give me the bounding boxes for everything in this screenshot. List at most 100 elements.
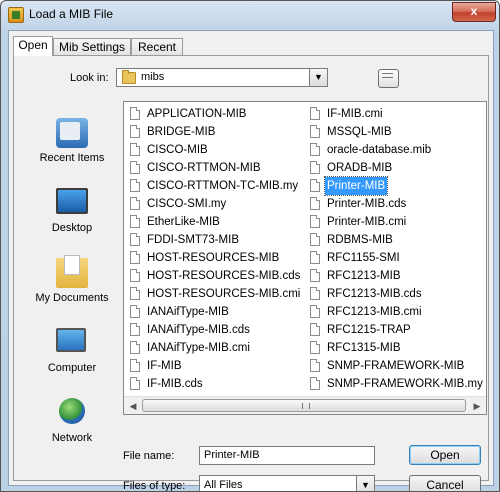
file-item-label: RFC1213-MIB bbox=[327, 270, 401, 282]
file-name-label-text: File name: bbox=[123, 450, 175, 462]
file-item-label: RFC1315-MIB bbox=[327, 342, 401, 354]
file-item-label: RFC1213-MIB.cds bbox=[327, 288, 422, 300]
place-desktop[interactable]: Desktop bbox=[22, 184, 122, 244]
file-icon bbox=[310, 359, 320, 372]
file-item-label: IF-MIB.cmi bbox=[327, 108, 383, 120]
file-type-value: All Files bbox=[204, 479, 243, 491]
scrollbar-thumb[interactable] bbox=[142, 399, 466, 412]
folder-icon bbox=[122, 70, 136, 84]
open-panel: Look in: mibs ▼ Recent Items Desktop My … bbox=[13, 55, 489, 491]
file-icon bbox=[310, 107, 320, 120]
scroll-left-arrow-icon[interactable]: ◀ bbox=[127, 400, 139, 412]
file-icon bbox=[310, 143, 320, 156]
tab-mib-settings[interactable]: Mib Settings bbox=[53, 38, 131, 55]
file-item-label: oracle-database.mib bbox=[327, 144, 432, 156]
file-item-label: SNMP-FRAMEWORK-MIB.my bbox=[327, 378, 483, 390]
chevron-down-icon[interactable]: ▼ bbox=[356, 476, 374, 491]
file-item-label: EtherLike-MIB bbox=[147, 216, 220, 228]
network-icon bbox=[59, 398, 85, 424]
open-button[interactable]: Open bbox=[409, 445, 481, 465]
file-item-label: RFC1215-TRAP bbox=[327, 324, 411, 336]
place-label: My Documents bbox=[35, 292, 109, 304]
file-icon bbox=[130, 143, 140, 156]
app-icon bbox=[8, 7, 24, 23]
look-in-combo[interactable]: mibs ▼ bbox=[116, 68, 328, 87]
file-list[interactable]: SNMP-FRAMEWORK-MIB.my SNMP-FRAMEWORK-MIB R… bbox=[123, 101, 487, 415]
file-icon bbox=[130, 287, 140, 300]
file-item-label: Printer-MIB bbox=[323, 176, 389, 196]
file-item-label: FDDI-SMT73-MIB bbox=[147, 234, 239, 246]
file-item-label: HOST-RESOURCES-MIB.cds bbox=[147, 270, 301, 282]
file-item-label: CISCO-RTTMON-MIB bbox=[147, 162, 261, 174]
file-icon bbox=[130, 305, 140, 318]
file-icon bbox=[130, 341, 140, 354]
file-item-label: RFC1155-SMI bbox=[327, 252, 400, 264]
file-icon bbox=[130, 377, 140, 390]
file-icon bbox=[130, 251, 140, 264]
grip-icon bbox=[302, 403, 310, 409]
close-button[interactable]: x bbox=[452, 2, 496, 22]
file-item-label: MSSQL-MIB bbox=[327, 126, 392, 138]
place-computer[interactable]: Computer bbox=[22, 324, 122, 384]
file-icon bbox=[130, 107, 140, 120]
file-icon bbox=[310, 377, 320, 390]
place-label: Network bbox=[51, 432, 93, 444]
chevron-down-icon[interactable]: ▼ bbox=[309, 69, 327, 86]
file-icon bbox=[130, 233, 140, 246]
window-title: Load a MIB File bbox=[29, 7, 114, 21]
file-icon bbox=[310, 197, 320, 210]
horizontal-scrollbar[interactable]: ◀ ▶ bbox=[124, 396, 486, 414]
place-recent-items[interactable]: Recent Items bbox=[22, 114, 122, 174]
file-item-label: HOST-RESOURCES-MIB bbox=[147, 252, 280, 264]
file-icon bbox=[310, 179, 320, 192]
file-item-label: ORADB-MIB bbox=[327, 162, 393, 174]
title-bar[interactable]: Load a MIB File x bbox=[1, 1, 499, 29]
file-icon bbox=[130, 215, 140, 228]
file-item-label: IANAifType-MIB.cmi bbox=[147, 342, 250, 354]
file-icon bbox=[130, 359, 140, 372]
tab-open[interactable]: Open bbox=[13, 36, 53, 56]
file-item-label: IANAifType-MIB bbox=[147, 306, 229, 318]
dialog-client: Open Mib Settings Recent Look in: mibs ▼… bbox=[8, 30, 494, 491]
look-in-label: Look in: bbox=[70, 72, 109, 84]
tab-recent[interactable]: Recent bbox=[131, 38, 183, 55]
file-icon bbox=[310, 269, 320, 282]
recent-items-icon bbox=[56, 118, 88, 148]
file-icon bbox=[310, 287, 320, 300]
place-label: Computer bbox=[47, 362, 97, 374]
file-icon bbox=[310, 161, 320, 174]
place-network[interactable]: Network bbox=[22, 394, 122, 454]
file-item-label: CISCO-RTTMON-TC-MIB.my bbox=[147, 180, 299, 192]
file-item-label: RDBMS-MIB bbox=[327, 234, 393, 246]
file-item-label: CISCO-MIB bbox=[147, 144, 208, 156]
my-documents-icon bbox=[56, 255, 88, 288]
file-icon bbox=[310, 251, 320, 264]
file-item-label: IF-MIB.cds bbox=[147, 378, 203, 390]
file-icon bbox=[310, 305, 320, 318]
file-name-label: File name: bbox=[123, 450, 174, 462]
look-in-value: mibs bbox=[141, 71, 165, 83]
scroll-right-arrow-icon[interactable]: ▶ bbox=[471, 400, 483, 412]
file-item-label: CISCO-SMI.my bbox=[147, 198, 227, 210]
load-mib-dialog: Load a MIB File x Open Mib Settings Rece… bbox=[0, 0, 500, 492]
place-my-documents[interactable]: My Documents bbox=[22, 254, 122, 314]
file-name-input[interactable]: Printer-MIB bbox=[199, 446, 375, 465]
file-type-combo[interactable]: All Files ▼ bbox=[199, 475, 375, 491]
file-icon bbox=[130, 179, 140, 192]
file-icon bbox=[130, 161, 140, 174]
file-item-label: APPLICATION-MIB bbox=[147, 108, 247, 120]
list-view-button[interactable] bbox=[378, 69, 399, 88]
file-type-label: Files of type: bbox=[123, 480, 185, 491]
file-item-label: Printer-MIB.cmi bbox=[327, 216, 407, 228]
file-icon bbox=[130, 197, 140, 210]
file-icon bbox=[310, 341, 320, 354]
file-icon bbox=[310, 323, 320, 336]
file-icon bbox=[310, 125, 320, 138]
file-icon bbox=[130, 323, 140, 336]
cancel-button[interactable]: Cancel bbox=[409, 475, 481, 491]
file-item-label: IANAifType-MIB.cds bbox=[147, 324, 250, 336]
place-label: Recent Items bbox=[39, 152, 105, 164]
file-item-label: HOST-RESOURCES-MIB.cmi bbox=[147, 288, 301, 300]
file-item-label: SNMP-FRAMEWORK-MIB bbox=[327, 360, 465, 372]
file-item-label: Printer-MIB.cds bbox=[327, 198, 407, 210]
